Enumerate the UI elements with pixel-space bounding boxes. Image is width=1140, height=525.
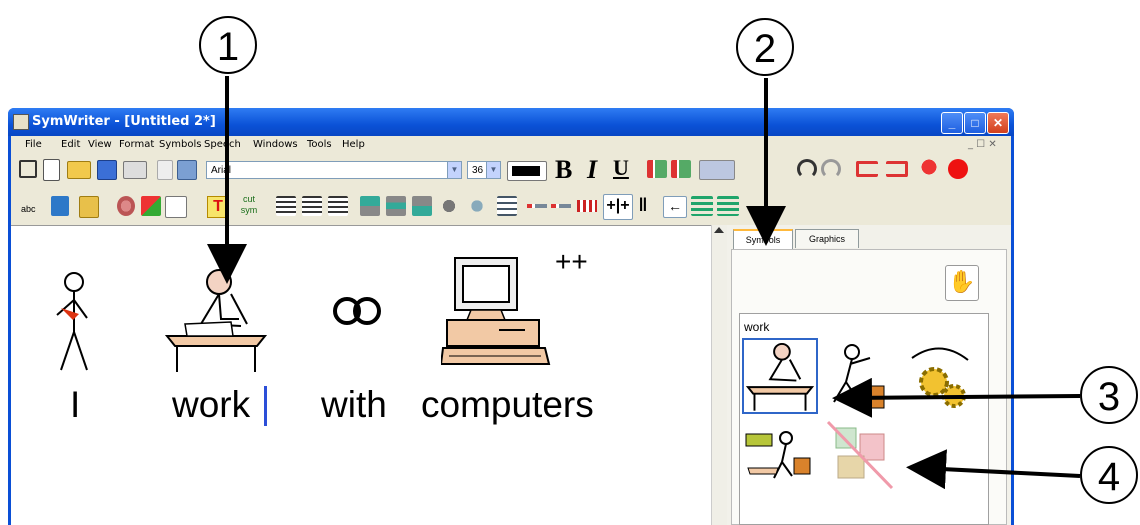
arrow-3 (832, 377, 1081, 418)
arrow-4 (906, 449, 1081, 490)
annotation-arrows (207, 76, 1081, 490)
